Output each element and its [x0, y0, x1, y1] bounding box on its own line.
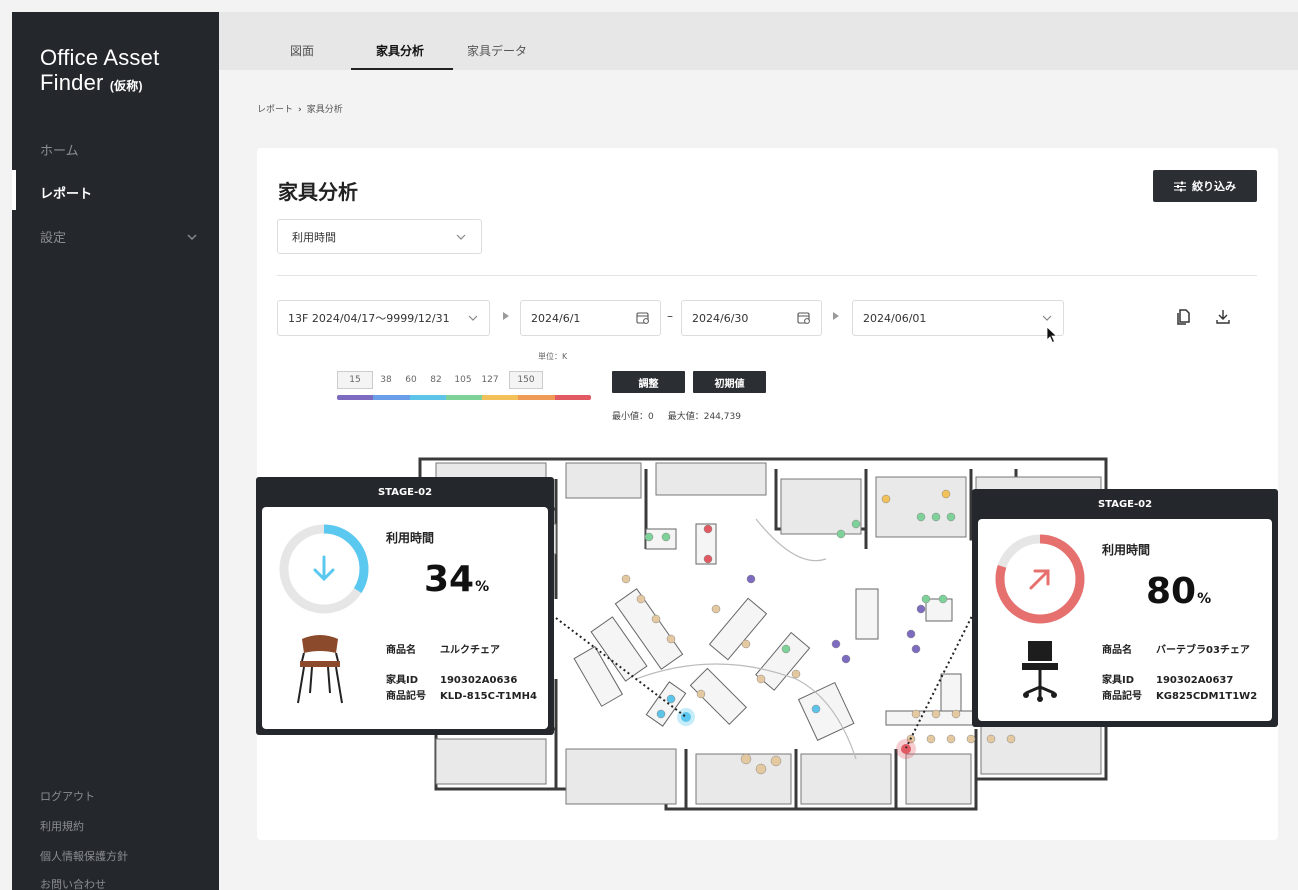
popup-value: 34%	[424, 559, 490, 600]
calendar-icon[interactable]	[797, 311, 811, 325]
date-from-input[interactable]: 2024/6/1	[520, 300, 661, 336]
legend-min-value: 最小値：0	[612, 412, 654, 422]
breadcrumb-parent[interactable]: レポート	[257, 105, 293, 115]
legend-tick: 105	[454, 375, 472, 385]
contact-link[interactable]: お問い合わせ	[40, 876, 106, 890]
logout-link[interactable]: ログアウト	[40, 788, 95, 804]
adjust-button[interactable]: 調整	[612, 371, 685, 393]
legend-color-segment	[337, 395, 374, 400]
legend-color-segment	[554, 395, 591, 400]
product-code-row: 商品記号 KG825CDM1T1W2	[1102, 691, 1258, 702]
privacy-link[interactable]: 個人情報保護方針	[40, 848, 128, 864]
legend-tick: 60	[405, 375, 417, 385]
terms-link[interactable]: 利用規約	[40, 818, 84, 834]
chevron-down-icon	[456, 234, 466, 240]
tab-furniture-data[interactable]: 家具データ	[467, 42, 527, 59]
filter-sliders-icon	[1174, 181, 1186, 191]
chair-image	[297, 635, 343, 704]
mouse-cursor-icon	[1046, 326, 1058, 344]
reset-button[interactable]: 初期値	[693, 371, 766, 393]
product-name-row: 商品名 バーテブラ03チェア	[1102, 645, 1250, 656]
popup-value: 80%	[1146, 571, 1212, 612]
chevron-down-icon	[1042, 315, 1052, 321]
legend-min-input[interactable]: 15	[337, 371, 373, 389]
popup-metric: 利用時間	[1102, 543, 1151, 557]
top-tab-bar: 図面 家具分析 家具データ	[219, 12, 1298, 70]
legend-minmax: 最小値：0 最大値：244,739	[612, 409, 741, 422]
filter-button-label: 絞り込み	[1192, 180, 1236, 193]
legend-color-bar	[337, 395, 591, 400]
date-to-input[interactable]: 2024/6/30	[681, 300, 822, 336]
date-select[interactable]: 2024/06/01	[852, 300, 1064, 336]
date-to-value: 2024/6/30	[692, 311, 749, 325]
floor-plan-desks	[573, 523, 1027, 741]
chevron-down-icon[interactable]	[185, 230, 199, 244]
product-name-row: 商品名 ユルクチェア	[386, 645, 500, 656]
section-divider	[277, 275, 1257, 276]
sidebar: Office Asset Finder (仮称) ホーム レポート 設定 ログア…	[12, 12, 219, 890]
legend-color-segment	[482, 395, 519, 400]
tab-furniture-analysis[interactable]: 家具分析	[376, 42, 424, 59]
brand-suffix: (仮称)	[109, 79, 143, 93]
download-icon[interactable]	[1214, 308, 1232, 326]
legend-scale: 15 38 60 82 105 127 150	[337, 371, 543, 389]
brand-line1: Office Asset	[40, 45, 160, 70]
filter-button[interactable]: 絞り込み	[1153, 170, 1257, 202]
date-select-value: 2024/06/01	[863, 311, 927, 325]
layout-select-value: 13F 2024/04/17〜9999/12/31	[288, 312, 450, 325]
popup-stage-label: STAGE-02	[377, 486, 433, 498]
metric-select-value: 利用時間	[292, 230, 336, 244]
legend-max-input[interactable]: 150	[509, 371, 543, 389]
legend-color-segment	[373, 395, 410, 400]
step-arrow-icon	[503, 312, 509, 320]
breadcrumb-current: 家具分析	[306, 105, 343, 115]
date-range-separator: –	[667, 309, 673, 323]
sidebar-item-settings[interactable]: 設定	[40, 227, 66, 246]
popup-stage-label: STAGE-02	[1097, 498, 1153, 510]
step-arrow-icon	[833, 312, 839, 320]
active-tab-underline	[351, 68, 453, 70]
tab-drawing[interactable]: 図面	[290, 42, 314, 59]
chevron-down-icon	[468, 315, 478, 321]
product-code-row: 商品記号 KLD-815C-T1MH4	[386, 691, 537, 702]
breadcrumb-separator: ›	[298, 105, 302, 115]
date-from-value: 2024/6/1	[531, 311, 581, 325]
asset-popup-left[interactable]: STAGE-02 利用時間 34% 商品名 ユルクチェア 家具ID 190302A0…	[256, 477, 554, 735]
furniture-id-row: 家具ID 190302A0636	[386, 675, 518, 686]
asset-popup-right[interactable]: STAGE-02 利用時間 80% 商品名 バーテブラ03チェア 家具ID 1903…	[972, 489, 1278, 727]
legend-unit: 単位：K	[538, 352, 568, 361]
legend-tick: 127	[481, 375, 499, 385]
legend-max-value: 最大値：244,739	[667, 412, 741, 422]
copy-icon[interactable]	[1175, 308, 1193, 326]
calendar-icon[interactable]	[636, 311, 650, 325]
legend-tick: 38	[380, 375, 392, 385]
sidebar-item-home[interactable]: ホーム	[40, 140, 79, 159]
arrow-up-right-icon	[1029, 569, 1050, 590]
legend-tick: 82	[430, 375, 442, 385]
popup-body: 利用時間 34% 商品名 ユルクチェア 家具ID 190302A0636 商品記号 K…	[262, 507, 548, 729]
layout-select[interactable]: 13F 2024/04/17〜9999/12/31	[277, 300, 490, 336]
brand-line2: Finder	[40, 70, 104, 95]
chair-image	[1022, 641, 1058, 702]
legend-color-segment	[518, 395, 555, 400]
app-brand[interactable]: Office Asset Finder (仮称)	[40, 45, 159, 99]
breadcrumb: レポート › 家具分析	[257, 102, 343, 115]
furniture-id-row: 家具ID 190302A0637	[1102, 675, 1234, 686]
legend-color-segment	[409, 395, 446, 400]
arrow-down-icon	[313, 555, 335, 582]
active-nav-marker	[12, 170, 16, 210]
legend-color-segment	[445, 395, 483, 400]
sidebar-item-report[interactable]: レポート	[40, 183, 92, 202]
popup-body: 利用時間 80% 商品名 バーテブラ03チェア 家具ID 190302A0637 商…	[978, 519, 1272, 721]
popup-metric: 利用時間	[386, 531, 435, 545]
metric-select[interactable]: 利用時間	[277, 219, 482, 254]
page-title: 家具分析	[278, 180, 358, 204]
